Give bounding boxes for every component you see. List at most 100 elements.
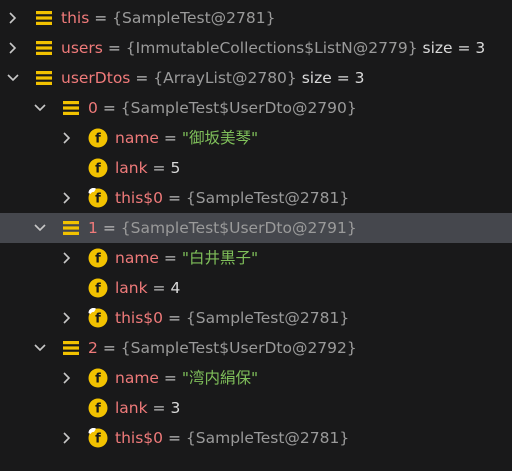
list-icon (34, 38, 54, 58)
variable-value: {SampleTest@2781} (185, 309, 350, 327)
equals-sign: = (167, 429, 181, 447)
field-icon: f (88, 248, 108, 268)
list-icon (34, 8, 54, 28)
list-icon (61, 338, 81, 358)
collection-size: size = 3 (422, 39, 486, 57)
list-icon (61, 218, 81, 238)
field-outer-icon: f (88, 308, 108, 328)
variable-row-element-2[interactable]: 2 = {SampleTest$UserDto@2792} (0, 333, 512, 363)
variable-name: 0 (88, 99, 98, 117)
svg-text:f: f (95, 192, 101, 207)
variable-row-element-0[interactable]: 0 = {SampleTest$UserDto@2790} (0, 93, 512, 123)
equals-sign: = (135, 69, 149, 87)
chevron-right-icon[interactable] (60, 371, 74, 385)
field-icon: f (88, 278, 108, 298)
variable-value: "湾内絹保" (181, 369, 259, 387)
chevron-right-icon[interactable] (60, 131, 74, 145)
variable-text: lank = 5 (115, 153, 180, 183)
variable-name: name (115, 249, 159, 267)
equals-sign: = (167, 309, 181, 327)
equals-sign: = (102, 99, 116, 117)
variable-text: 1 = {SampleTest$UserDto@2791} (88, 213, 357, 243)
variable-text: name = "白井黒子" (115, 243, 258, 273)
svg-text:f: f (95, 402, 101, 417)
variable-value: 5 (170, 159, 181, 177)
variable-row-name[interactable]: f name = "御坂美琴" (0, 123, 512, 153)
equals-sign: = (163, 249, 177, 267)
svg-text:f: f (95, 132, 101, 147)
variable-row-name[interactable]: f name = "白井黒子" (0, 243, 512, 273)
equals-sign: = (163, 369, 177, 387)
chevron-right-icon[interactable] (60, 191, 74, 205)
chevron-right-icon[interactable] (6, 11, 20, 25)
svg-text:f: f (95, 252, 101, 267)
list-icon (34, 68, 54, 88)
equals-sign: = (152, 159, 166, 177)
variable-value: {ImmutableCollections$ListN@2779} (125, 39, 418, 57)
variable-text: this = {SampleTest@2781} (61, 3, 275, 33)
list-icon (61, 98, 81, 118)
variable-name: lank (115, 159, 148, 177)
variable-value: {ArrayList@2780} (153, 69, 297, 87)
variable-text: lank = 4 (115, 273, 180, 303)
variable-row-name[interactable]: f name = "湾内絹保" (0, 363, 512, 393)
chevron-down-icon[interactable] (33, 101, 47, 115)
variable-name: 2 (88, 339, 98, 357)
variable-name: name (115, 129, 159, 147)
svg-text:f: f (95, 162, 101, 177)
variable-row-userdtos[interactable]: userDtos = {ArrayList@2780} size = 3 (0, 63, 512, 93)
variable-name: lank (115, 399, 148, 417)
variable-row-lank[interactable]: f lank = 5 (0, 153, 512, 183)
variable-row-lank[interactable]: f lank = 4 (0, 273, 512, 303)
variable-text: lank = 3 (115, 393, 180, 423)
svg-text:f: f (95, 432, 101, 447)
equals-sign: = (102, 219, 116, 237)
equals-sign: = (152, 279, 166, 297)
variable-text: users = {ImmutableCollections$ListN@2779… (61, 33, 485, 63)
variable-value: "白井黒子" (181, 249, 259, 267)
chevron-down-icon[interactable] (33, 221, 47, 235)
chevron-right-icon[interactable] (60, 251, 74, 265)
chevron-right-icon[interactable] (60, 431, 74, 445)
variable-row-this0[interactable]: f this$0 = {SampleTest@2781} (0, 183, 512, 213)
chevron-down-icon[interactable] (6, 71, 20, 85)
field-outer-icon: f (88, 188, 108, 208)
variable-name: lank (115, 279, 148, 297)
field-outer-icon: f (88, 428, 108, 448)
chevron-right-icon[interactable] (60, 311, 74, 325)
variable-name: 1 (88, 219, 98, 237)
field-icon: f (88, 158, 108, 178)
variable-name: this$0 (115, 429, 164, 447)
svg-text:f: f (95, 372, 101, 387)
variable-text: name = "御坂美琴" (115, 123, 258, 153)
debugger-variables-tree: this = {SampleTest@2781} users = {Immuta… (0, 0, 512, 471)
field-icon: f (88, 398, 108, 418)
variable-name: users (61, 39, 103, 57)
variable-row-this0[interactable]: f this$0 = {SampleTest@2781} (0, 303, 512, 333)
equals-sign: = (167, 189, 181, 207)
variable-text: this$0 = {SampleTest@2781} (115, 183, 349, 213)
variable-name: this$0 (115, 189, 164, 207)
variable-value: {SampleTest@2781} (185, 429, 350, 447)
variable-value: {SampleTest@2781} (112, 9, 276, 27)
chevron-right-icon[interactable] (6, 41, 20, 55)
equals-sign: = (163, 129, 177, 147)
variable-row-element-1[interactable]: 1 = {SampleTest$UserDto@2791} (0, 213, 512, 243)
equals-sign: = (102, 339, 116, 357)
variable-row-lank[interactable]: f lank = 3 (0, 393, 512, 423)
variable-row-this0[interactable]: f this$0 = {SampleTest@2781} (0, 423, 512, 453)
variable-name: name (115, 369, 159, 387)
variable-row-this[interactable]: this = {SampleTest@2781} (0, 3, 512, 33)
collection-size: size = 3 (301, 69, 365, 87)
variable-value: {SampleTest$UserDto@2790} (120, 99, 357, 117)
variable-text: 0 = {SampleTest$UserDto@2790} (88, 93, 357, 123)
variable-value: {SampleTest@2781} (185, 189, 350, 207)
equals-sign: = (152, 399, 166, 417)
variable-name: this$0 (115, 309, 164, 327)
equals-sign: = (94, 9, 108, 27)
variable-row-users[interactable]: users = {ImmutableCollections$ListN@2779… (0, 33, 512, 63)
chevron-down-icon[interactable] (33, 341, 47, 355)
variable-name: this (61, 9, 90, 27)
variable-text: 2 = {SampleTest$UserDto@2792} (88, 333, 357, 363)
variable-text: this$0 = {SampleTest@2781} (115, 303, 349, 333)
